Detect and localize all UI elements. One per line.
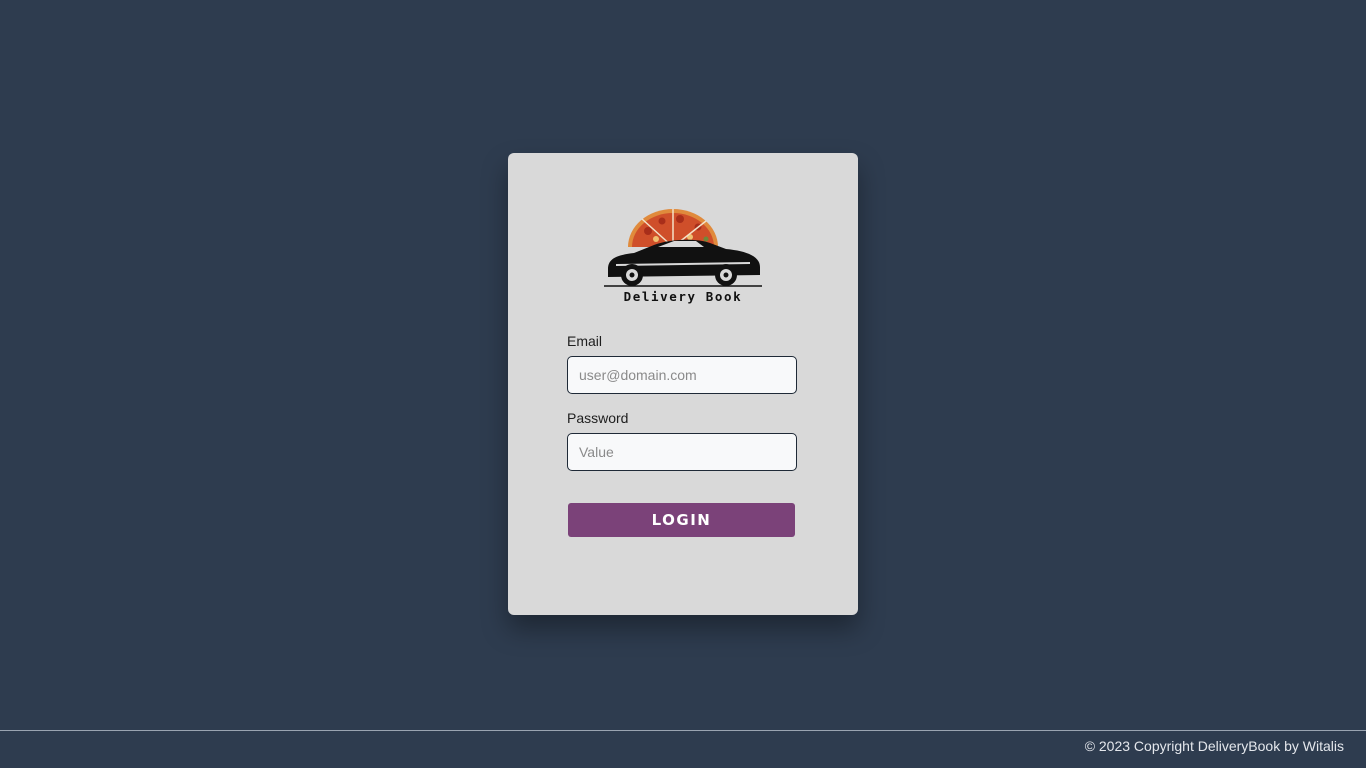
login-card: Delivery Book Email Password LOGIN	[508, 153, 858, 615]
logo-text: Delivery Book	[623, 289, 743, 304]
password-label: Password	[567, 410, 629, 426]
email-label: Email	[567, 333, 603, 349]
login-button[interactable]: LOGIN	[568, 503, 795, 537]
footer-copyright: © 2023 Copyright DeliveryBook by Witalis	[1084, 738, 1344, 754]
email-input[interactable]	[567, 356, 797, 394]
login-page: Delivery Book Email Password LOGIN © 202…	[0, 0, 1366, 768]
password-input[interactable]	[567, 433, 797, 471]
footer-divider	[0, 730, 1366, 731]
pizza-car-logo-icon	[604, 209, 762, 287]
brand-logo: Delivery Book	[600, 207, 766, 307]
